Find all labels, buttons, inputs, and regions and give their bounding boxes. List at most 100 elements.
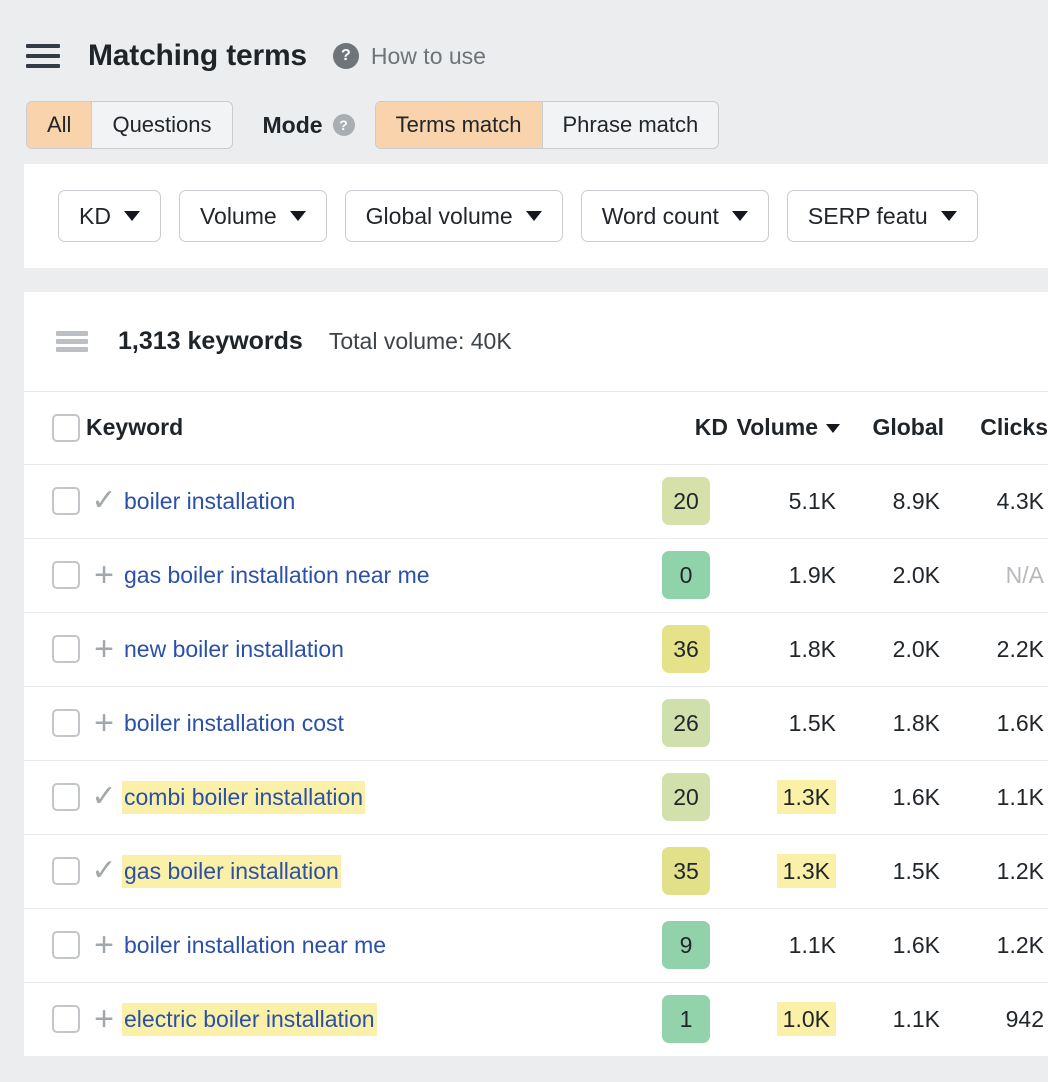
filter-global-volume[interactable]: Global volume [345, 190, 563, 242]
list-view-icon[interactable] [56, 331, 88, 352]
row-checkbox[interactable] [52, 635, 80, 663]
kd-badge: 26 [662, 699, 710, 747]
filter-word-count-label: Word count [602, 203, 719, 230]
select-all-checkbox[interactable] [52, 414, 80, 442]
volume-cell: 1.9K [728, 538, 840, 612]
keywords-table: Keyword KD Volume Global Clicks ✓boiler … [24, 392, 1048, 1056]
table-row[interactable]: +new boiler installation361.8K2.0K2.2K [24, 612, 1048, 686]
kd-cell: 20 [644, 760, 728, 834]
added-check-icon[interactable]: ✓ [86, 856, 122, 886]
global-cell: 2.0K [840, 538, 944, 612]
tab-all[interactable]: All [27, 102, 92, 148]
add-keyword-icon[interactable]: + [86, 558, 122, 592]
tab-phrase-match[interactable]: Phrase match [543, 102, 719, 148]
column-global[interactable]: Global [840, 392, 944, 464]
kd-cell: 9 [644, 908, 728, 982]
question-mark-icon[interactable]: ? [333, 114, 355, 136]
how-to-use-link[interactable]: ? How to use [333, 43, 486, 70]
results-summary-bar: 1,313 keywords Total volume: 40K [24, 292, 1048, 392]
volume-cell: 1.5K [728, 686, 840, 760]
global-cell-value: 2.0K [893, 636, 940, 662]
row-select-cell [24, 834, 86, 908]
chevron-down-icon [941, 211, 957, 221]
clicks-cell-value: 1.6K [997, 710, 1044, 736]
keyword-link[interactable]: gas boiler installation [122, 855, 341, 888]
mode-label: Mode [263, 112, 323, 139]
filter-word-count[interactable]: Word count [581, 190, 769, 242]
card-gap [0, 268, 1048, 292]
column-clicks[interactable]: Clicks [944, 392, 1048, 464]
keyword-link[interactable]: boiler installation [122, 485, 297, 518]
filter-serp-features[interactable]: SERP featu [787, 190, 978, 242]
added-check-icon[interactable]: ✓ [86, 782, 122, 812]
global-cell: 1.6K [840, 760, 944, 834]
table-row[interactable]: ✓combi boiler installation 20 1.3K1.6K 1.1K [24, 760, 1048, 834]
global-cell: 1.1K [840, 982, 944, 1056]
filter-serp-features-label: SERP featu [808, 203, 928, 230]
add-keyword-icon[interactable]: + [86, 632, 122, 666]
page-title: Matching terms [88, 39, 307, 73]
tab-terms-match[interactable]: Terms match [376, 102, 543, 148]
kd-badge: 9 [662, 921, 710, 969]
volume-cell: 1.1K [728, 908, 840, 982]
kd-badge: 1 [662, 995, 710, 1043]
column-keyword[interactable]: Keyword [86, 392, 644, 464]
filter-kd[interactable]: KD [58, 190, 161, 242]
volume-cell: 1.3K [728, 834, 840, 908]
keyword-cell: +new boiler installation [86, 612, 644, 686]
keyword-link[interactable]: combi boiler installation [122, 781, 365, 814]
table-row[interactable]: +electric boiler installation 1 1.0K1.1K 94… [24, 982, 1048, 1056]
clicks-cell-value: 942 [1006, 1006, 1044, 1032]
keyword-link[interactable]: boiler installation near me [122, 929, 388, 962]
clicks-cell: 4.3K [944, 464, 1048, 538]
add-keyword-icon[interactable]: + [86, 706, 122, 740]
global-cell-value: 1.6K [893, 932, 940, 958]
keyword-link[interactable]: gas boiler installation near me [122, 559, 432, 592]
row-checkbox[interactable] [52, 487, 80, 515]
clicks-cell-value: 1.1K [997, 784, 1044, 810]
row-checkbox[interactable] [52, 783, 80, 811]
tab-questions[interactable]: Questions [92, 102, 231, 148]
keyword-link[interactable]: boiler installation cost [122, 707, 346, 740]
table-row[interactable]: +gas boiler installation near me 0 1.9K 2.0… [24, 538, 1048, 612]
added-check-icon[interactable]: ✓ [86, 486, 122, 516]
global-cell-value: 2.0K [893, 562, 940, 588]
row-select-cell [24, 538, 86, 612]
volume-cell-value: 1.9K [789, 562, 836, 588]
kd-badge: 20 [662, 773, 710, 821]
volume-cell: 1.3K [728, 760, 840, 834]
row-checkbox[interactable] [52, 561, 80, 589]
caret-down-icon [826, 424, 840, 433]
hamburger-icon[interactable] [26, 44, 60, 68]
kd-badge: 36 [662, 625, 710, 673]
results-card: 1,313 keywords Total volume: 40K Keyword… [24, 292, 1048, 1056]
volume-cell: 1.8K [728, 612, 840, 686]
column-volume[interactable]: Volume [728, 392, 840, 464]
kd-cell: 35 [644, 834, 728, 908]
scope-tab-group: All Questions [26, 101, 233, 149]
row-checkbox[interactable] [52, 709, 80, 737]
kd-cell: 20 [644, 464, 728, 538]
clicks-cell-value: 1.2K [997, 932, 1044, 958]
kd-badge: 0 [662, 551, 710, 599]
keyword-cell: +gas boiler installation near me [86, 538, 644, 612]
table-row[interactable]: ✓boiler installation205.1K8.9K4.3K [24, 464, 1048, 538]
row-checkbox[interactable] [52, 1005, 80, 1033]
keyword-link[interactable]: new boiler installation [122, 633, 346, 666]
table-body: ✓boiler installation205.1K8.9K4.3K+gas b… [24, 464, 1048, 1056]
table-row[interactable]: +boiler installation near me 9 1.1K 1.6K 1.2… [24, 908, 1048, 982]
clicks-cell-value: N/A [1006, 562, 1044, 588]
row-checkbox[interactable] [52, 857, 80, 885]
add-keyword-icon[interactable]: + [86, 928, 122, 962]
volume-cell-value: 1.0K [777, 1002, 836, 1036]
keyword-link[interactable]: electric boiler installation [122, 1003, 377, 1036]
table-row[interactable]: +boiler installation cost 26 1.5K 1.8K 1.6K [24, 686, 1048, 760]
filter-volume[interactable]: Volume [179, 190, 327, 242]
column-volume-label: Volume [737, 414, 818, 440]
add-keyword-icon[interactable]: + [86, 1002, 122, 1036]
row-select-cell [24, 982, 86, 1056]
global-cell-value: 1.8K [893, 710, 940, 736]
column-kd[interactable]: KD [644, 392, 728, 464]
row-checkbox[interactable] [52, 931, 80, 959]
table-row[interactable]: ✓gas boiler installation351.3K1.5K1.2K [24, 834, 1048, 908]
